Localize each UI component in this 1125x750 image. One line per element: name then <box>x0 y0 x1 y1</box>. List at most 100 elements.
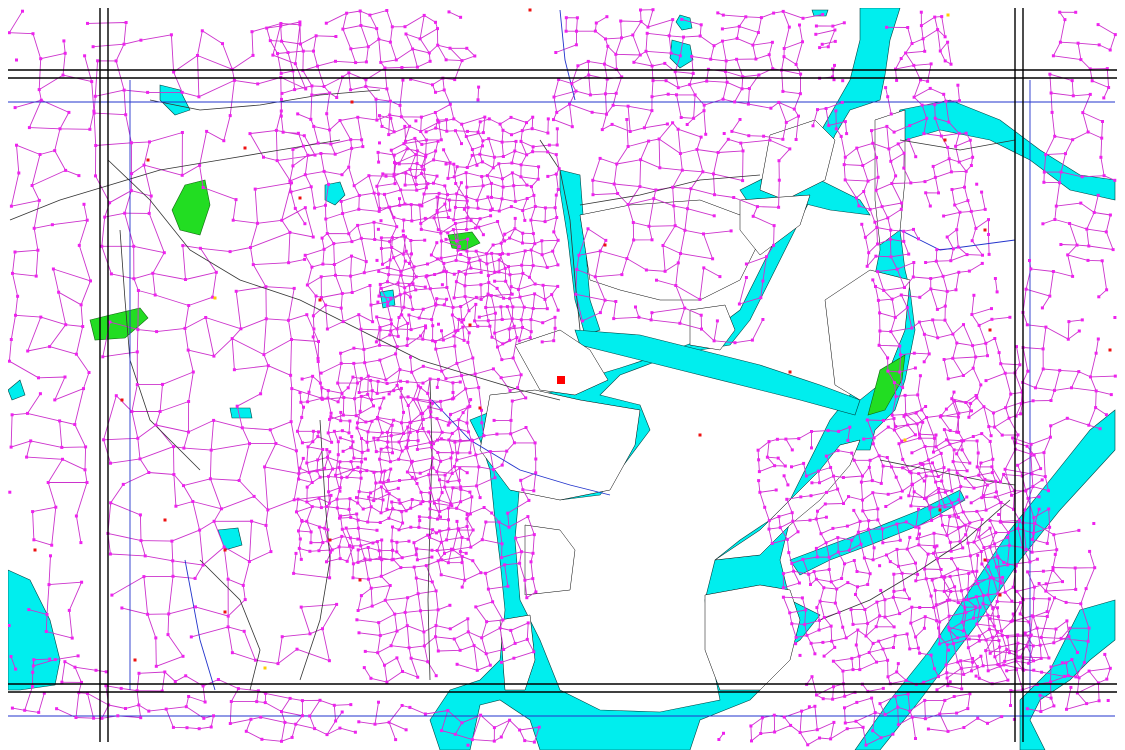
road-node <box>354 414 358 418</box>
road-node <box>301 714 304 718</box>
road-node <box>431 401 434 405</box>
road-node <box>675 93 678 97</box>
road-node <box>435 174 439 178</box>
road-node <box>466 537 470 541</box>
road-node <box>426 391 430 395</box>
road-node <box>508 338 512 342</box>
road-node <box>497 270 501 274</box>
road-node <box>811 124 815 128</box>
road-node <box>316 356 320 360</box>
road-node <box>356 501 360 505</box>
road-node <box>383 66 387 70</box>
road-node <box>469 219 473 223</box>
road-node <box>954 288 958 292</box>
road-node <box>129 141 133 145</box>
road-node <box>147 709 151 713</box>
road-node <box>465 228 469 232</box>
road-node <box>489 214 493 218</box>
road-node <box>93 94 97 98</box>
road-node <box>948 442 952 446</box>
road-node <box>467 331 471 335</box>
road-node <box>824 515 828 519</box>
road-node <box>1006 678 1010 682</box>
road-node <box>937 191 940 195</box>
road-node <box>48 657 52 661</box>
road-node <box>241 583 245 587</box>
road-node <box>523 739 527 743</box>
road-node <box>983 207 987 211</box>
road-node <box>435 257 439 261</box>
map-canvas[interactable] <box>0 0 1125 750</box>
road-node <box>923 180 927 184</box>
road-node <box>996 630 999 634</box>
road-node <box>378 358 382 362</box>
road-node <box>404 509 408 513</box>
road-node <box>138 513 142 517</box>
road-node <box>338 516 341 520</box>
road-node <box>331 467 335 471</box>
road-node <box>328 417 331 421</box>
road-node <box>821 13 825 16</box>
road-node <box>458 245 461 249</box>
road-node <box>1047 489 1050 493</box>
road-node <box>476 324 480 328</box>
road-node <box>650 109 654 113</box>
road-node <box>310 84 314 88</box>
road-node <box>422 168 426 172</box>
road-node <box>436 43 440 47</box>
road-node <box>737 24 741 28</box>
road-node <box>984 638 988 642</box>
road-node <box>930 518 934 522</box>
road-node <box>434 90 437 94</box>
road-node <box>1028 560 1032 564</box>
road-node <box>807 705 811 709</box>
map-view[interactable] <box>0 0 1125 750</box>
road-node <box>475 163 479 167</box>
road-node <box>474 295 478 299</box>
road-node <box>39 98 43 102</box>
road-node <box>879 481 883 485</box>
road-node <box>411 307 415 311</box>
road-node <box>409 328 413 332</box>
road-node <box>988 545 992 549</box>
road-node <box>356 465 360 469</box>
road-node <box>364 60 368 64</box>
road-node <box>1103 652 1107 656</box>
road-node <box>435 195 439 199</box>
road-node <box>467 430 470 434</box>
road-node <box>861 498 864 502</box>
road-node <box>1008 315 1012 319</box>
road-node <box>53 149 57 153</box>
road-node <box>525 197 529 200</box>
road-node <box>349 88 353 92</box>
road-node <box>975 665 979 669</box>
road-node <box>985 483 989 487</box>
road-node <box>808 518 812 522</box>
major-poi-marker <box>557 376 565 384</box>
road-node <box>339 351 343 355</box>
road-node <box>893 634 897 638</box>
road-node <box>62 39 66 43</box>
road-node <box>1050 110 1054 114</box>
road-node <box>124 113 128 117</box>
road-node <box>726 137 730 141</box>
road-node <box>356 548 360 552</box>
road-node <box>1098 427 1102 431</box>
road-node <box>372 470 376 474</box>
road-node <box>408 124 412 128</box>
road-node <box>424 130 428 134</box>
pier-1 <box>579 199 761 301</box>
road-node <box>916 393 920 397</box>
road-node <box>484 571 488 575</box>
road-node <box>977 473 981 477</box>
road-node <box>196 54 199 57</box>
road-node <box>164 707 168 711</box>
road-node <box>63 375 67 379</box>
road-node <box>881 686 885 690</box>
road-node <box>1053 388 1056 392</box>
road-node <box>704 132 708 136</box>
road-node <box>902 151 906 155</box>
road-node <box>379 219 383 223</box>
road-node <box>750 338 754 342</box>
road-node <box>1059 636 1063 640</box>
